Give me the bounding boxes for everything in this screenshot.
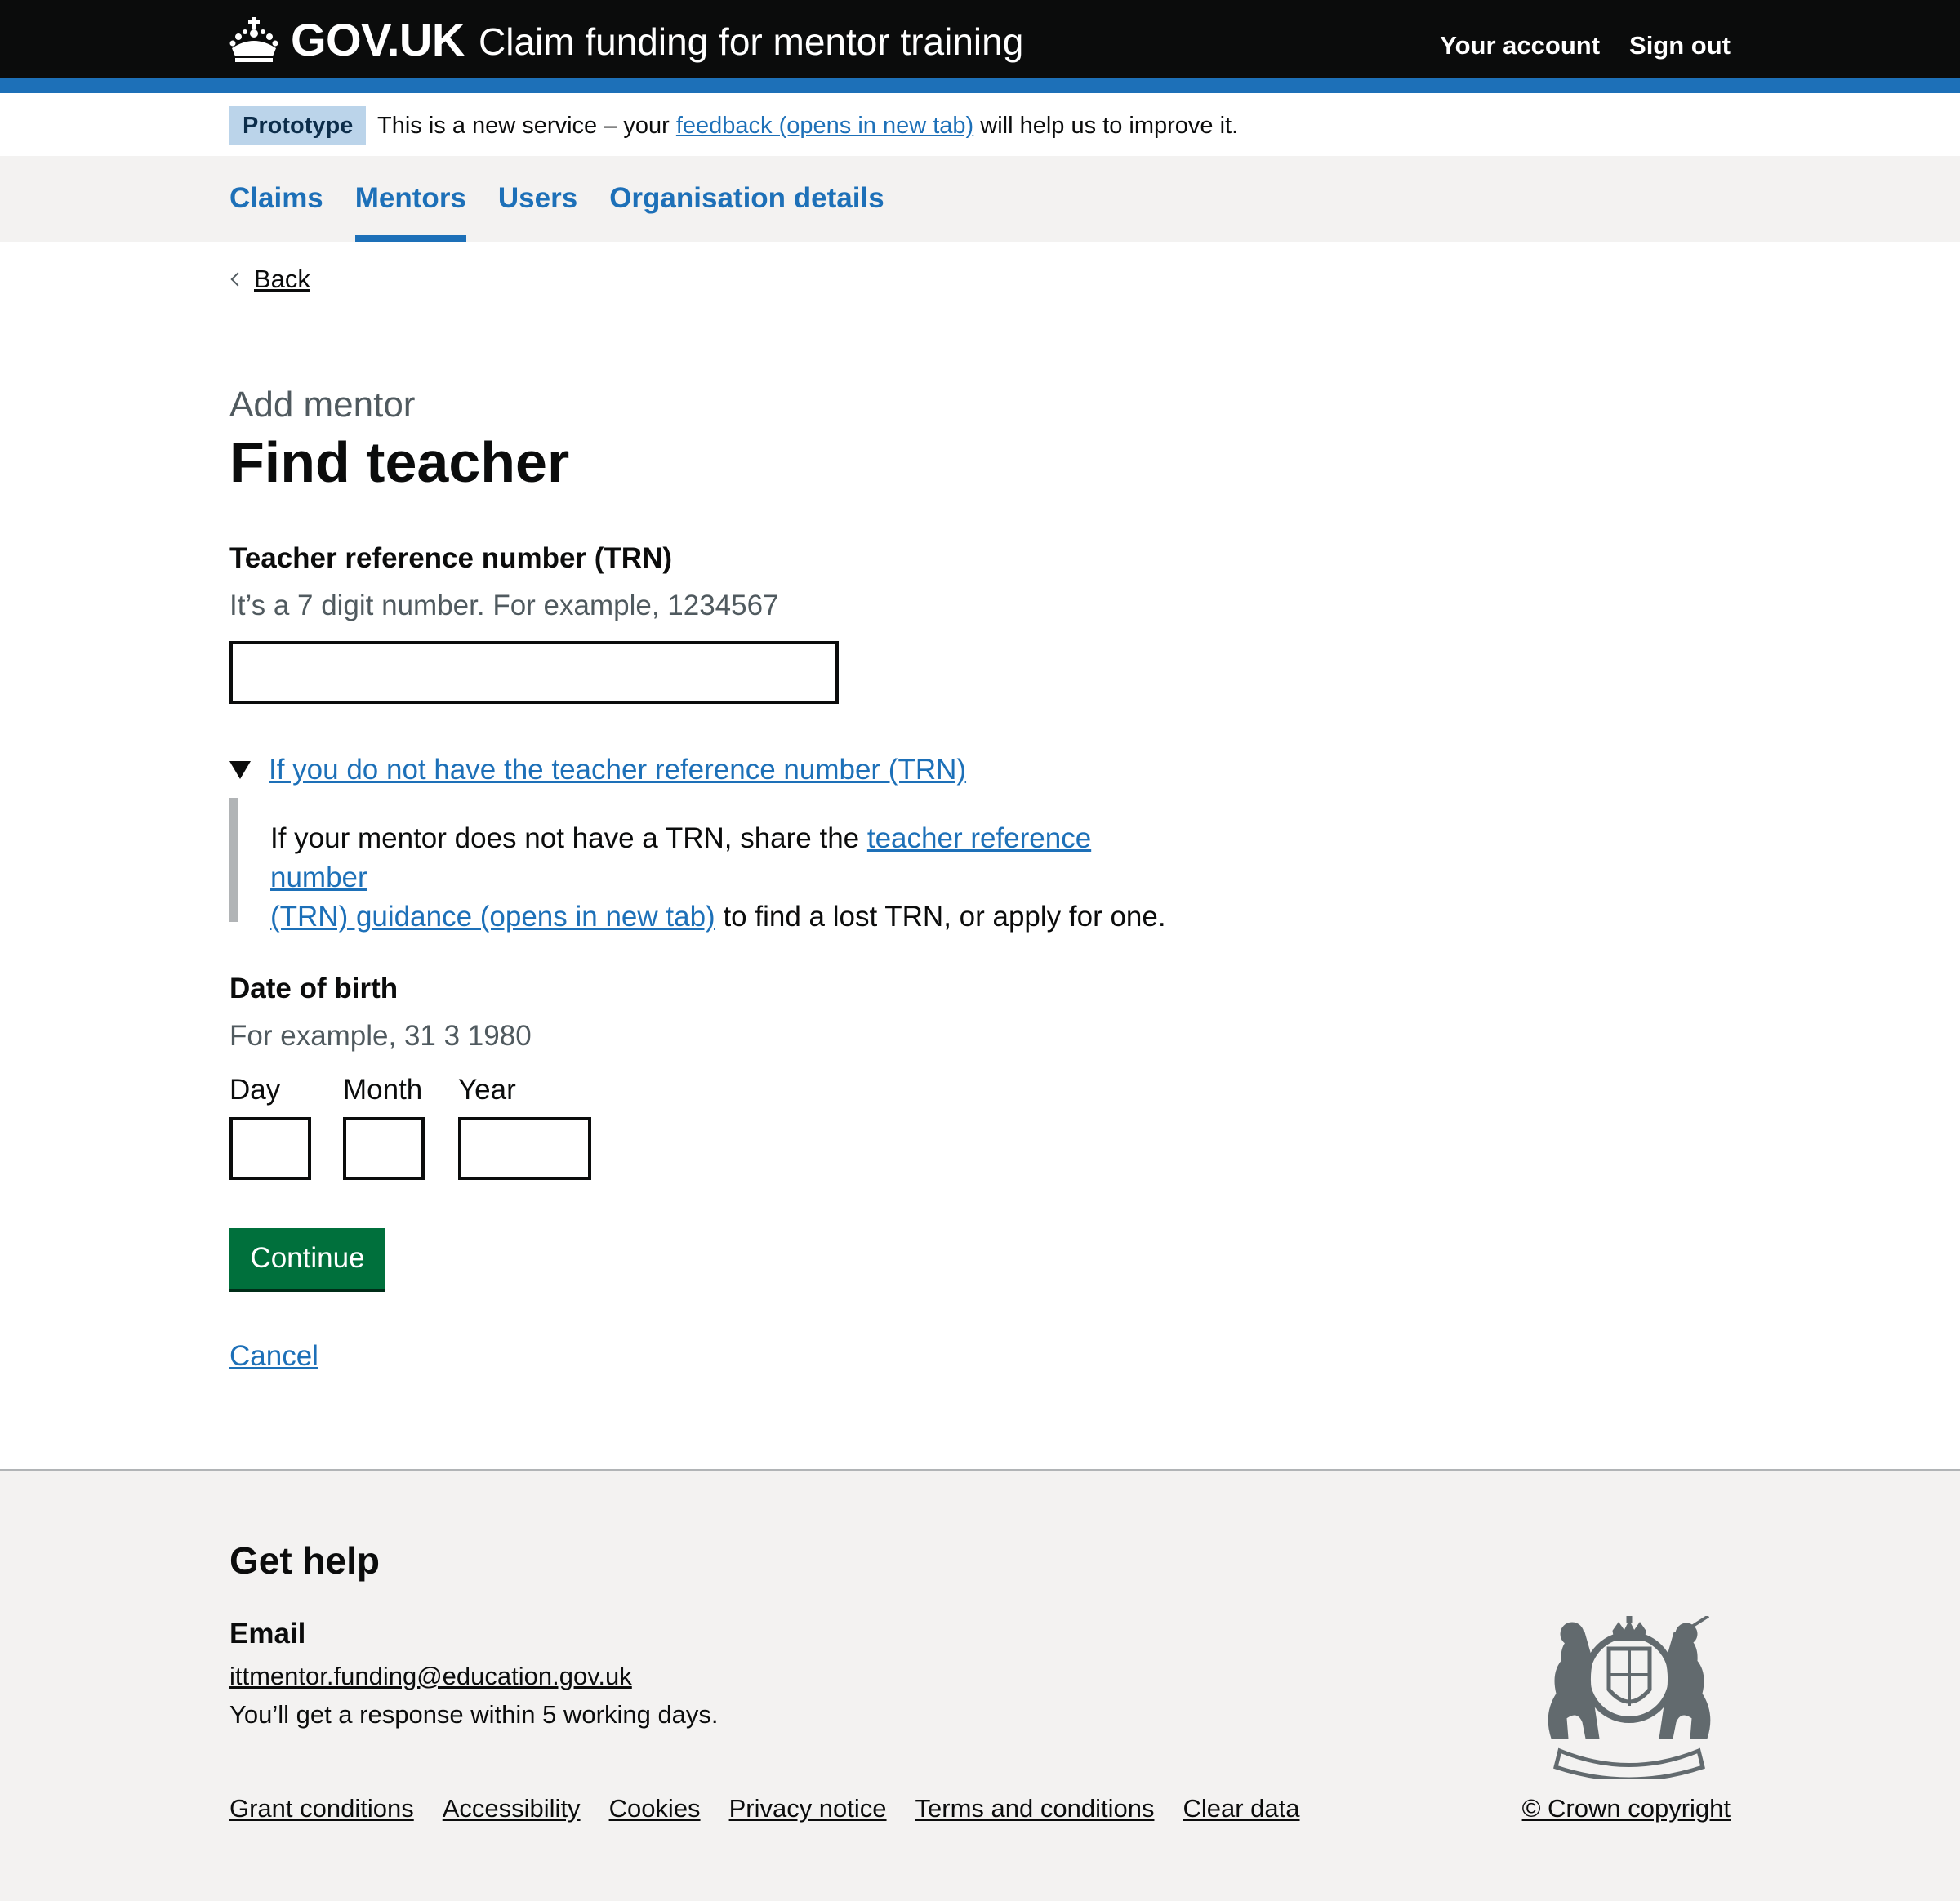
footer-links: Grant conditions Accessibility Cookies P… [229,1791,1300,1827]
phase-banner-text: This is a new service – your feedback (o… [377,106,1238,145]
account-navigation: Your account Sign out [1440,28,1731,64]
nav-link-mentors[interactable]: Mentors [355,156,466,219]
footer-link-privacy-notice[interactable]: Privacy notice [729,1791,887,1827]
chevron-left-icon [230,272,245,287]
crown-copyright-link[interactable]: © Crown copyright [1522,1791,1731,1827]
nav-item-claims: Claims [229,156,323,242]
back-link[interactable]: Back [229,265,310,294]
details-text-before: If your mentor does not have a TRN, shar… [270,822,867,854]
dob-legend: Date of birth [229,973,399,1004]
trn-details-content: If your mentor does not have a TRN, shar… [229,798,1193,933]
trn-details-summary[interactable]: If you do not have the teacher reference… [229,750,966,790]
primary-navigation: Claims Mentors Users Organisation detail… [0,156,1960,242]
nav-link-users[interactable]: Users [498,156,577,219]
nav-item-mentors: Mentors [354,156,467,242]
cancel-link[interactable]: Cancel [229,1336,318,1377]
dob-month-label: Month [343,1074,423,1106]
govuk-logo-link[interactable]: GOV.UK [229,10,465,69]
footer-link-terms-and-conditions[interactable]: Terms and conditions [915,1791,1155,1827]
response-time-text: You’ll get a response within 5 working d… [229,1700,719,1729]
continue-button[interactable]: Continue [229,1228,385,1289]
your-account-link[interactable]: Your account [1440,28,1600,64]
phase-text-before: This is a new service – your [377,113,676,139]
dob-day-label: Day [229,1074,281,1106]
trn-hint: It’s a 7 digit number. For example, 1234… [229,590,779,621]
site-header: GOV.UK Claim funding for mentor training… [0,0,1960,78]
trn-label: Teacher reference number (TRN) [229,542,673,574]
nav-link-organisation-details[interactable]: Organisation details [609,156,884,219]
phase-tag: Prototype [229,106,367,145]
logo-text: GOV.UK [291,13,465,65]
footer-link-accessibility[interactable]: Accessibility [443,1791,581,1827]
royal-crest-icon [1548,1616,1711,1779]
sign-out-link[interactable]: Sign out [1629,28,1731,64]
details-summary-text: If you do not have the teacher reference… [269,754,967,786]
phase-banner: Prototype This is a new service – your f… [0,93,1960,156]
feedback-link[interactable]: feedback (opens in new tab) [676,113,973,139]
footer-email-heading: Email [229,1618,306,1649]
footer-link-grant-conditions[interactable]: Grant conditions [229,1791,414,1827]
header-blue-bar [0,78,1960,93]
nav-item-users: Users [498,156,577,242]
page-title: Find teacher [229,430,570,494]
page-caption: Add mentor [229,385,416,425]
nav-item-organisation-details: Organisation details [609,156,884,242]
support-email-link[interactable]: ittmentor.funding@education.gov.uk [229,1658,632,1694]
trn-guidance-link-part2[interactable]: (TRN) guidance (opens in new tab) [270,901,715,933]
phase-text-after: will help us to improve it. [973,113,1239,139]
dob-year-input[interactable] [458,1117,591,1180]
back-link-label: Back [254,265,310,293]
footer-heading: Get help [229,1539,381,1582]
details-text-after: to find a lost TRN, or apply for one. [715,901,1166,933]
site-footer: Get help Email ittmentor.funding@educati… [0,1469,1960,1901]
nav-link-claims[interactable]: Claims [229,156,323,219]
crown-icon [229,17,278,62]
dob-hint: For example, 31 3 1980 [229,1020,532,1052]
triangle-down-icon [229,761,251,779]
footer-link-cookies[interactable]: Cookies [609,1791,701,1827]
footer-link-clear-data[interactable]: Clear data [1183,1791,1299,1827]
dob-month-input[interactable] [343,1117,425,1180]
dob-year-label: Year [458,1074,516,1106]
dob-day-input[interactable] [229,1117,311,1180]
service-name-link[interactable]: Claim funding for mentor training [479,18,1023,65]
trn-input[interactable] [229,641,839,704]
